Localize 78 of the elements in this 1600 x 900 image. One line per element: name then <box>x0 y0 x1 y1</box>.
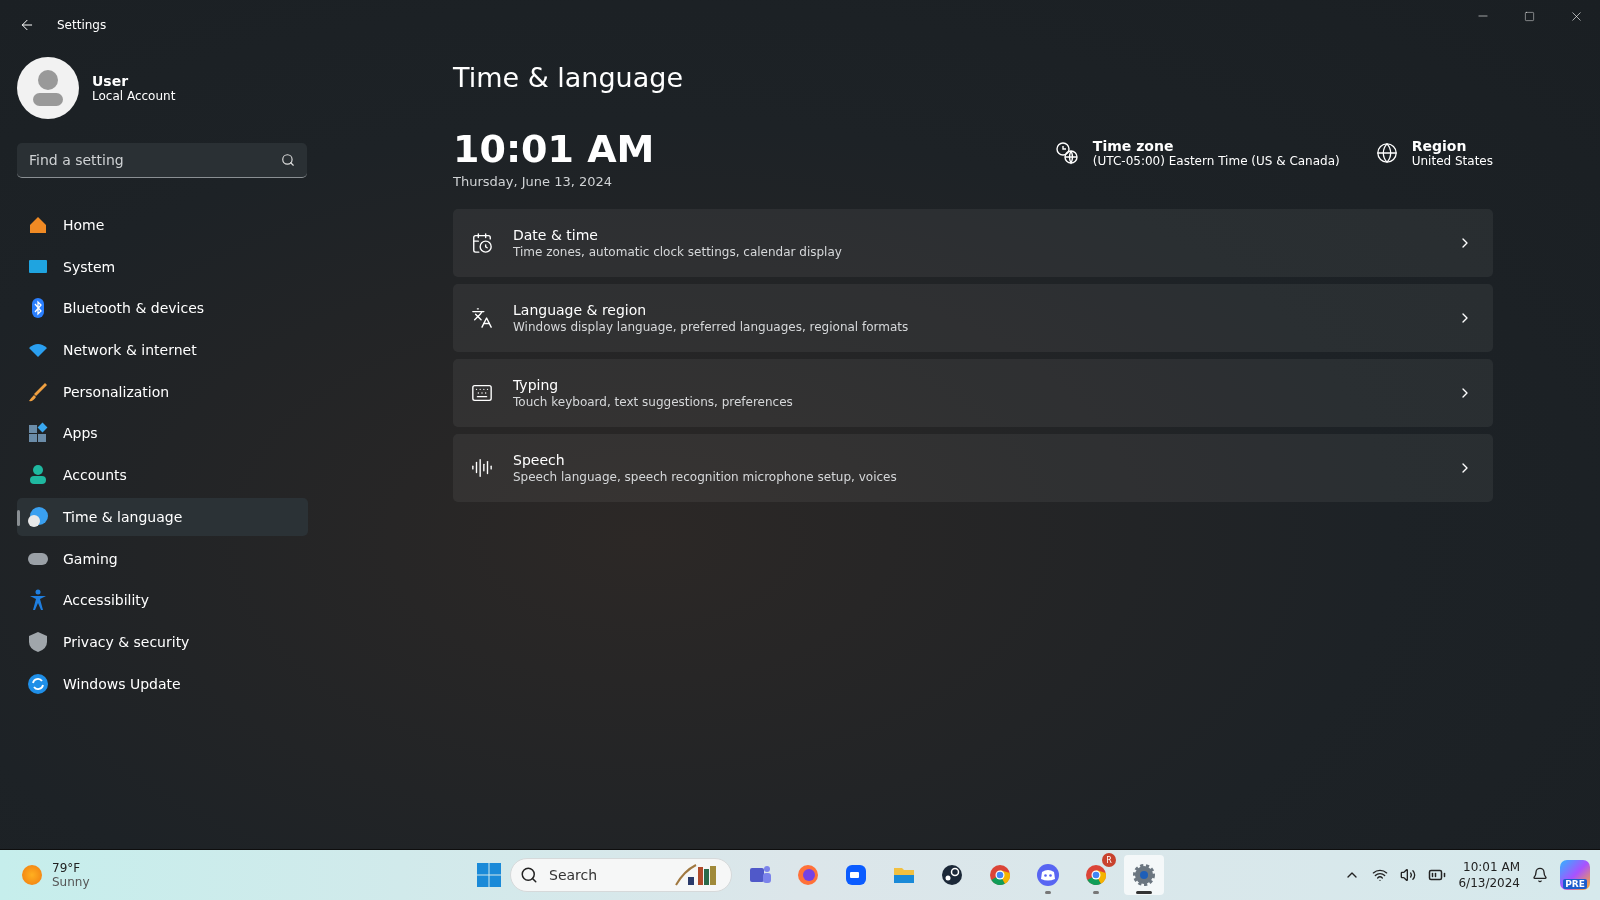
keyboard-icon <box>471 382 493 404</box>
sidebar-item[interactable]: System <box>17 247 308 286</box>
calendar-clock-icon <box>471 232 493 254</box>
window-title: Settings <box>57 18 107 32</box>
card-subtitle: Time zones, automatic clock settings, calendar display <box>513 245 843 259</box>
sidebar-item-label: Time & language <box>63 508 183 525</box>
clock-globe-icon <box>1054 141 1079 165</box>
sidebar-item-label: System <box>63 258 116 275</box>
settings-card[interactable]: Typing Touch keyboard, text suggestions, preferences <box>453 359 1493 427</box>
weather-condition: Sunny <box>52 875 90 889</box>
card-subtitle: Touch keyboard, text suggestions, preferences <box>513 395 794 409</box>
page-title: Time & language <box>453 62 684 95</box>
sidebar-item-label: Personalization <box>63 383 170 400</box>
globe-icon <box>1375 142 1398 164</box>
notification-bell-icon[interactable] <box>1532 867 1548 883</box>
sidebar-item-label: Windows Update <box>63 675 181 692</box>
copilot-icon[interactable]: PRE <box>1560 860 1590 890</box>
start-button[interactable] <box>476 862 502 888</box>
settings-card[interactable]: Speech Speech language, speech recognition microphone setup, voices <box>453 434 1493 502</box>
sun-icon <box>22 865 42 885</box>
sidebar-item[interactable]: Home <box>17 206 308 244</box>
sidebar-item[interactable]: Accounts <box>17 456 308 495</box>
sound-wave-icon <box>471 457 493 479</box>
info-value: United States <box>1411 154 1493 168</box>
card-subtitle: Windows display language, preferred languages, regional formats <box>513 320 910 334</box>
sidebar-item[interactable]: Personalization <box>17 372 308 411</box>
update-icon <box>27 672 49 695</box>
search-icon <box>281 153 295 167</box>
user-name: User <box>92 73 130 89</box>
taskbar-app[interactable]: R <box>1076 855 1116 895</box>
sidebar-item-label: Privacy & security <box>63 633 190 650</box>
account-type: Local Account <box>92 89 176 103</box>
accounts-icon <box>27 464 49 487</box>
card-title: Date & time <box>513 227 599 243</box>
info-label: Region <box>1411 138 1468 154</box>
sidebar-item[interactable]: Apps <box>17 414 308 453</box>
settings-icon <box>1132 863 1156 887</box>
home-icon <box>27 214 49 236</box>
settings-search-field[interactable]: Find a setting <box>17 143 307 178</box>
sidebar-item-label: Bluetooth & devices <box>63 300 205 317</box>
sidebar-item-label: Network & internet <box>63 342 197 359</box>
current-time: 10:01 AM <box>453 126 656 172</box>
back-button[interactable] <box>19 17 35 33</box>
current-date: Thursday, June 13, 2024 <box>453 174 614 189</box>
sidebar-item[interactable]: Privacy & security <box>17 622 308 661</box>
settings-card[interactable]: Date & time Time zones, automatic clock settings, calendar display <box>453 209 1493 277</box>
sidebar-item[interactable]: Accessibility <box>17 581 308 620</box>
sidebar-item-label: Home <box>63 217 105 233</box>
search-icon <box>520 866 538 884</box>
taskbar-app[interactable] <box>1124 855 1164 895</box>
shield-icon <box>27 630 49 653</box>
info-value: (UTC-05:00) Eastern Time (US & Canada) <box>1092 154 1340 168</box>
info-label: Time zone <box>1092 138 1175 154</box>
settings-card[interactable]: Language & region Windows display language, preferred languages, regional formats <box>453 284 1493 352</box>
sidebar-item[interactable]: Time & language <box>17 497 308 536</box>
wifi-icon[interactable] <box>1372 867 1389 883</box>
card-subtitle: Speech language, speech recognition microphone setup, voices <box>513 470 898 484</box>
card-title: Language & region <box>513 302 648 318</box>
time-icon <box>27 505 49 528</box>
sidebar-item-label: Apps <box>63 425 98 442</box>
taskbar-clock[interactable]: 10:01 AM 6/13/2024 <box>1458 859 1520 891</box>
taskbar-search-field[interactable]: Search <box>510 858 732 892</box>
temperature: 79°F <box>52 861 82 875</box>
apps-icon <box>27 422 49 445</box>
brush-icon <box>27 380 49 403</box>
sidebar-item[interactable]: Bluetooth & devices <box>17 289 308 328</box>
sidebar-item[interactable]: Network & internet <box>17 331 308 370</box>
notification-badge: R <box>1102 853 1116 867</box>
card-title: Speech <box>513 452 566 468</box>
sidebar-item-label: Accounts <box>63 467 127 484</box>
sidebar-item[interactable]: Windows Update <box>17 664 308 703</box>
sidebar-item-label: Accessibility <box>63 592 150 609</box>
restore-button[interactable] <box>1524 10 1535 22</box>
sidebar-item[interactable]: Gaming <box>17 539 308 578</box>
volume-icon[interactable] <box>1400 867 1417 883</box>
card-title: Typing <box>513 377 560 393</box>
language-icon <box>471 307 493 329</box>
sidebar-item-label: Gaming <box>63 550 118 567</box>
